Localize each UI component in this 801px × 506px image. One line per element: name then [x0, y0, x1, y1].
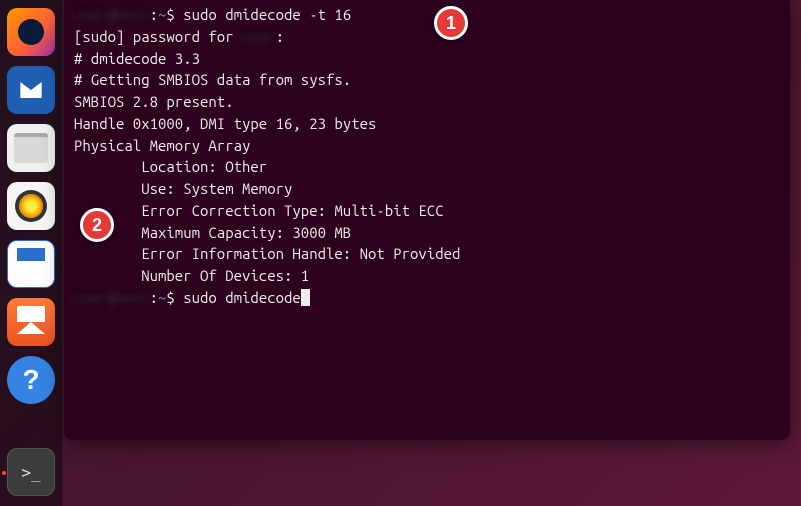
smbios-getting: # Getting SMBIOS data from sysfs. — [74, 69, 780, 91]
terminal-icon[interactable] — [7, 448, 55, 496]
annotation-callout-1: 1 — [434, 6, 468, 40]
num-devices-line: Number Of Devices: 1 — [74, 265, 780, 287]
ecc-line: Error Correction Type: Multi-bit ECC — [74, 200, 780, 222]
sudo-password-line: [sudo] password for user: — [74, 26, 780, 48]
rhythmbox-icon[interactable] — [7, 182, 55, 230]
ubuntu-software-icon[interactable] — [7, 298, 55, 346]
dmidecode-version: # dmidecode 3.3 — [74, 48, 780, 70]
libreoffice-writer-icon[interactable] — [7, 240, 55, 288]
annotation-callout-2: 2 — [80, 208, 114, 242]
thunderbird-icon[interactable] — [7, 66, 55, 114]
active-indicator — [2, 471, 6, 475]
smbios-present: SMBIOS 2.8 present. — [74, 91, 780, 113]
prompt-line-1: user@host:~$ sudo dmidecode -t 16 — [74, 4, 780, 26]
prompt-line-2: user@host:~$ sudo dmidecode — [74, 287, 780, 309]
firefox-icon[interactable] — [7, 8, 55, 56]
help-icon[interactable] — [7, 356, 55, 404]
error-info-line: Error Information Handle: Not Provided — [74, 243, 780, 265]
handle-line: Handle 0x1000, DMI type 16, 23 bytes — [74, 113, 780, 135]
pma-header: Physical Memory Array — [74, 135, 780, 157]
command-2: sudo dmidecode — [183, 289, 301, 306]
cursor-icon — [301, 289, 310, 306]
use-line: Use: System Memory — [74, 178, 780, 200]
dock — [0, 0, 62, 506]
location-line: Location: Other — [74, 156, 780, 178]
maxcap-line: Maximum Capacity: 3000 MB — [74, 222, 780, 244]
command-1: sudo dmidecode -t 16 — [183, 6, 351, 23]
files-icon[interactable] — [7, 124, 55, 172]
terminal-window[interactable]: user@host:~$ sudo dmidecode -t 16 [sudo]… — [64, 0, 790, 440]
